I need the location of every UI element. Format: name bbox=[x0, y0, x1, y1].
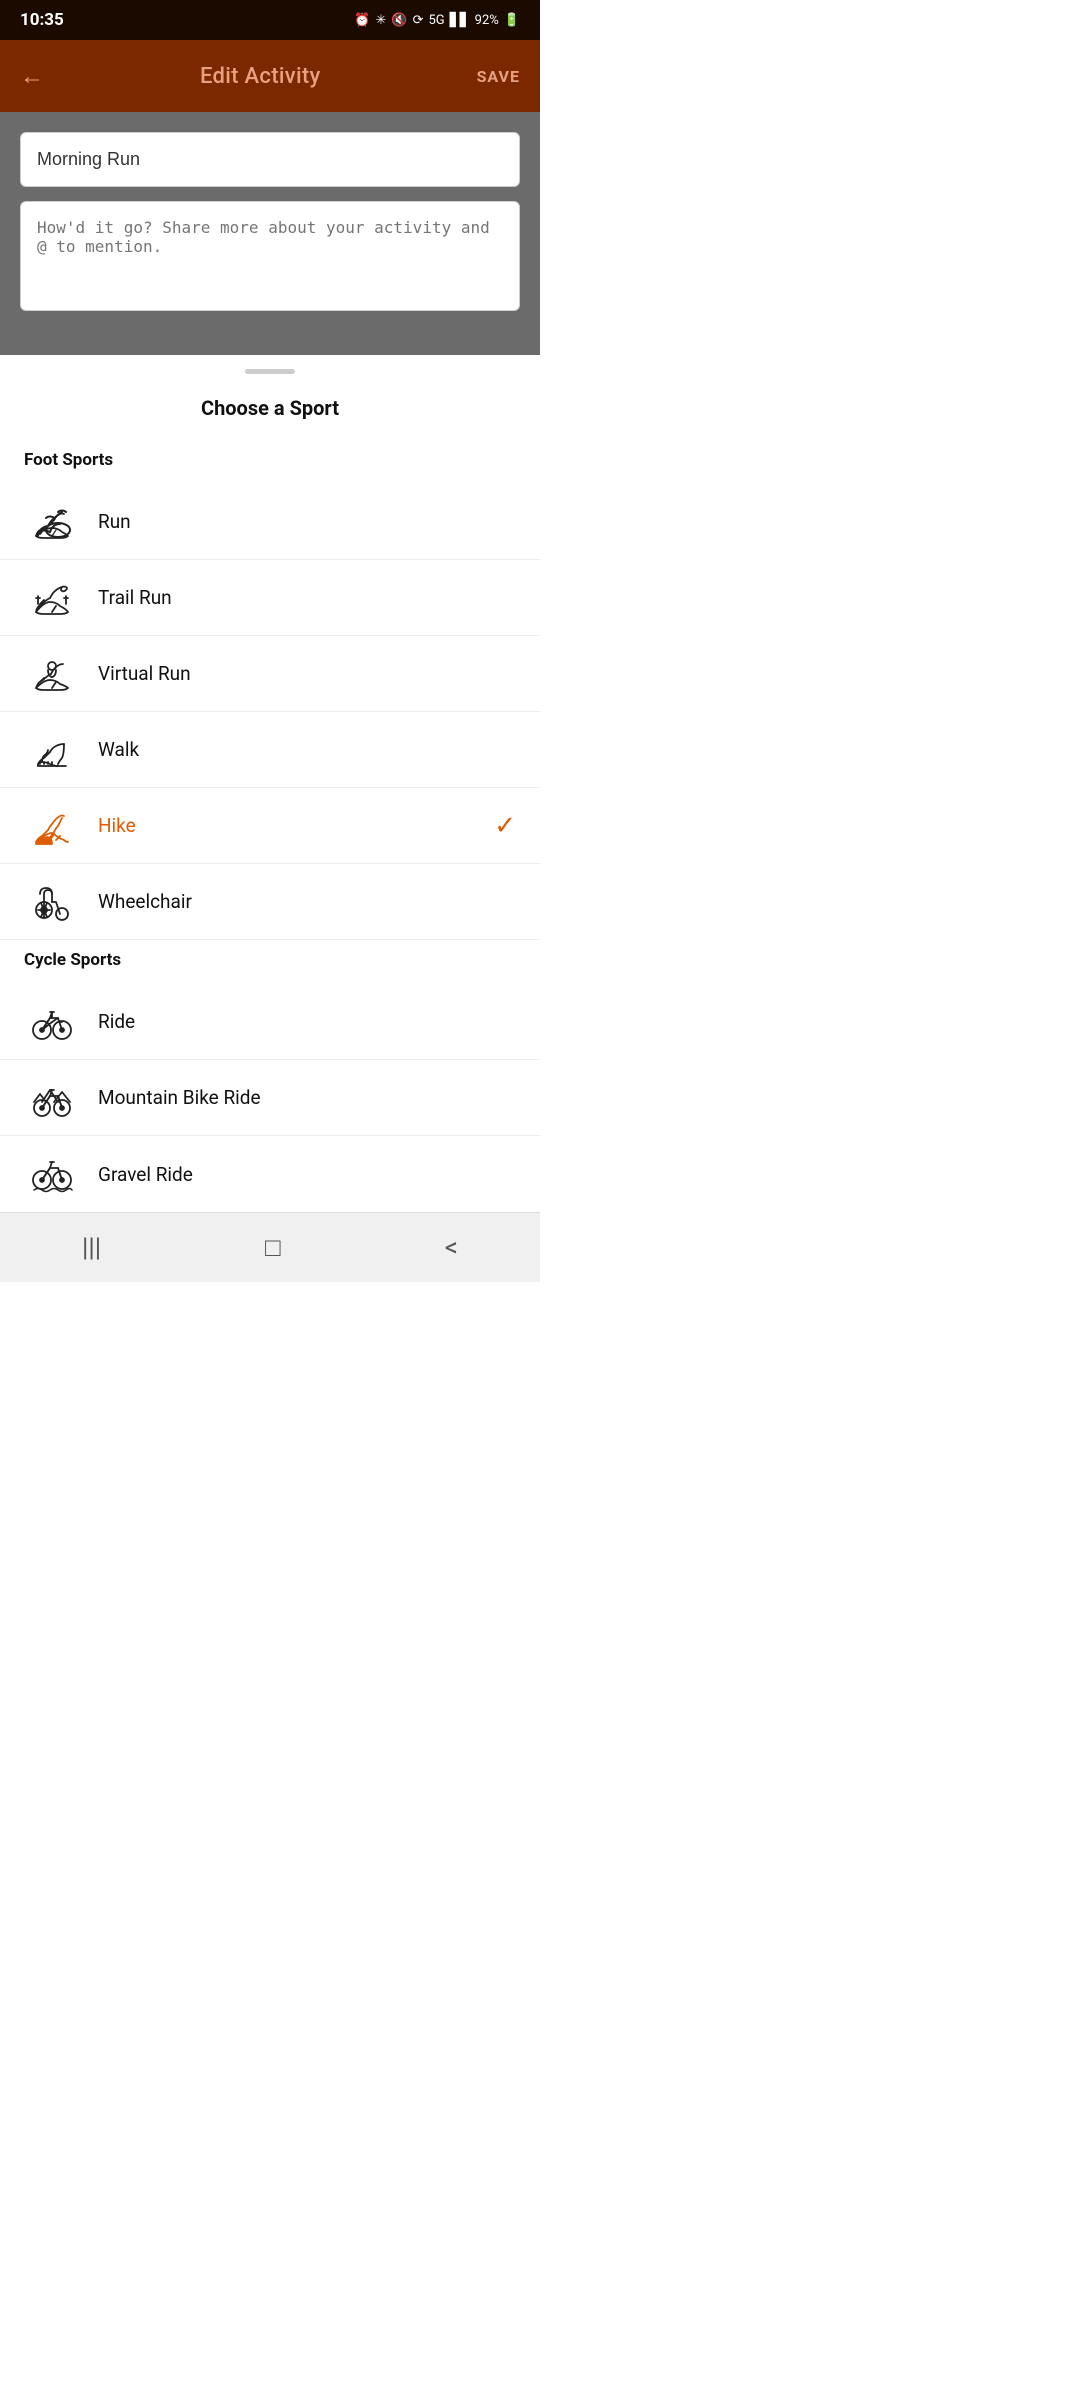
ride-icon bbox=[24, 994, 80, 1050]
walk-icon bbox=[24, 722, 80, 778]
activity-title-input[interactable] bbox=[20, 132, 520, 187]
sport-item-mountain-bike-ride[interactable]: Mountain Bike Ride bbox=[0, 1060, 540, 1136]
wheelchair-label: Wheelchair bbox=[98, 890, 192, 913]
sport-item-wheelchair[interactable]: Wheelchair bbox=[0, 864, 540, 940]
gravel-ride-label: Gravel Ride bbox=[98, 1163, 193, 1186]
status-bar: 10:35 ⏰ ✳ 🔇 ⟳ 5G ▋▋ 92% 🔋 bbox=[0, 0, 540, 40]
virtual-run-icon bbox=[24, 646, 80, 702]
nav-home-button[interactable]: □ bbox=[235, 1222, 311, 1273]
save-button[interactable]: SAVE bbox=[477, 67, 520, 86]
app-bar: ← Edit Activity SAVE bbox=[0, 40, 540, 112]
bluetooth-icon: ✳ bbox=[376, 13, 387, 28]
sport-item-hike[interactable]: Hike ✓ bbox=[0, 788, 540, 864]
sport-item-walk[interactable]: Walk bbox=[0, 712, 540, 788]
alarm-icon: ⏰ bbox=[354, 13, 370, 28]
run-label: Run bbox=[98, 510, 131, 533]
sport-item-gravel-ride[interactable]: Gravel Ride bbox=[0, 1136, 540, 1212]
signal-icon: ▋▋ bbox=[450, 13, 470, 28]
walk-label: Walk bbox=[98, 738, 139, 761]
virtual-run-label: Virtual Run bbox=[98, 662, 191, 685]
hike-label: Hike bbox=[98, 814, 136, 837]
hike-check-icon: ✓ bbox=[494, 811, 516, 841]
page-title: Edit Activity bbox=[200, 64, 321, 89]
handle-bar bbox=[245, 369, 295, 374]
network-label: 5G bbox=[429, 13, 445, 28]
section-foot-sports: Foot Sports bbox=[0, 440, 540, 484]
form-area bbox=[0, 112, 540, 355]
sport-item-virtual-run[interactable]: Virtual Run bbox=[0, 636, 540, 712]
sport-item-run[interactable]: Run bbox=[0, 484, 540, 560]
hike-icon bbox=[24, 798, 80, 854]
wheelchair-icon bbox=[24, 874, 80, 930]
nav-bar: ||| □ < bbox=[0, 1212, 540, 1282]
section-cycle-sports: Cycle Sports bbox=[0, 940, 540, 984]
nav-back-button[interactable]: < bbox=[415, 1223, 488, 1273]
sport-item-ride[interactable]: Ride bbox=[0, 984, 540, 1060]
sheet-handle[interactable] bbox=[0, 355, 540, 380]
sport-item-trail-run[interactable]: Trail Run bbox=[0, 560, 540, 636]
battery-icon: 🔋 bbox=[504, 13, 520, 28]
gravel-ride-icon bbox=[24, 1146, 80, 1202]
ride-label: Ride bbox=[98, 1010, 135, 1033]
nav-menu-button[interactable]: ||| bbox=[52, 1223, 131, 1273]
bottom-sheet: Choose a Sport Foot Sports Run bbox=[0, 355, 540, 1212]
trail-run-icon bbox=[24, 570, 80, 626]
activity-description-input[interactable] bbox=[20, 201, 520, 311]
status-icons: ⏰ ✳ 🔇 ⟳ 5G ▋▋ 92% 🔋 bbox=[354, 13, 520, 28]
back-button[interactable]: ← bbox=[20, 62, 44, 91]
trail-run-label: Trail Run bbox=[98, 586, 172, 609]
run-icon bbox=[24, 494, 80, 550]
mountain-bike-ride-label: Mountain Bike Ride bbox=[98, 1086, 261, 1109]
mute-icon: 🔇 bbox=[391, 13, 407, 28]
sync-icon: ⟳ bbox=[413, 13, 424, 28]
battery-label: 92% bbox=[475, 13, 499, 28]
mountain-bike-ride-icon bbox=[24, 1070, 80, 1126]
status-time: 10:35 bbox=[20, 10, 64, 30]
sheet-title: Choose a Sport bbox=[0, 380, 540, 440]
